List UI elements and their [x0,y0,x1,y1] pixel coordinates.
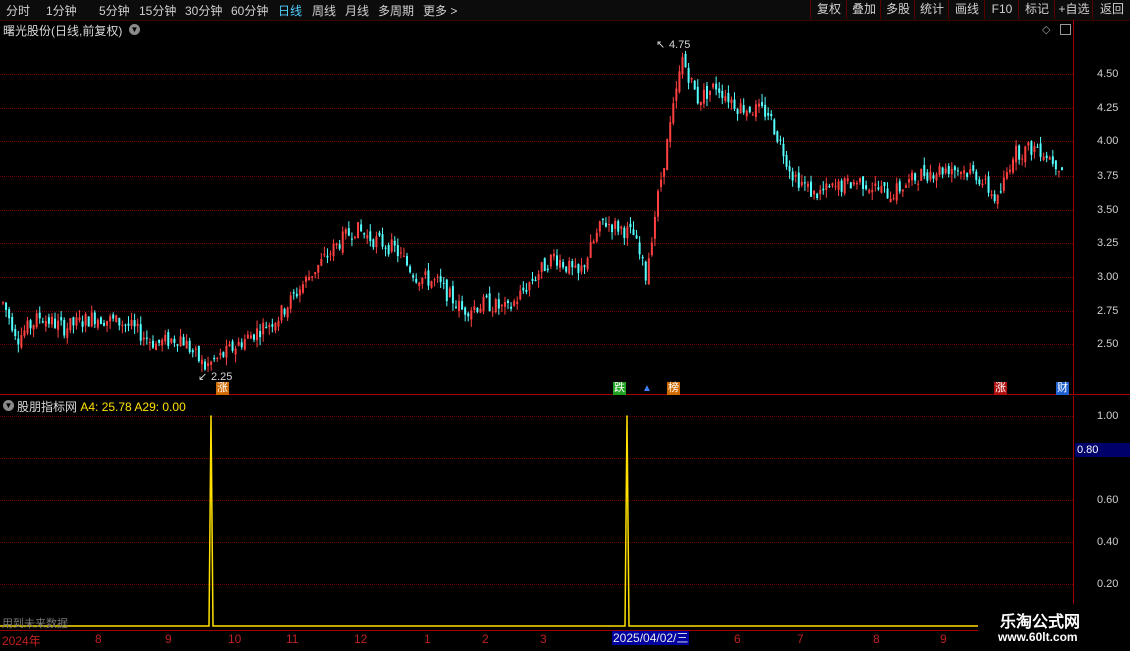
date-tick: 2 [482,632,489,646]
price-tick: 2.75 [1097,305,1119,317]
date-tick: 6 [734,632,741,646]
indicator-series-line [0,415,978,627]
date-tick: 7 [797,632,804,646]
date-tick: 12 [354,632,368,646]
price-y-axis [1073,20,1074,394]
price-tick: 3.25 [1097,237,1119,249]
date-tick: 8 [873,632,880,646]
indicator-tick: 0.20 [1097,578,1119,590]
current-value-badge: 0.80 [1075,443,1130,457]
future-data-note: 用到未来数据 [2,618,68,630]
indicator-tick: 1.00 [1097,410,1119,422]
indicator-point [210,415,212,417]
indicator-tick: 0.60 [1097,494,1119,506]
cursor-date-label: 2025/04/02/三 [612,631,690,645]
date-tick: 10 [228,632,242,646]
indicator-tick: 0.40 [1097,536,1119,548]
date-tick: 9 [940,632,947,646]
watermark-title: 乐淘公式网 [1000,612,1081,631]
price-tick: 2.50 [1097,338,1119,350]
price-tick: 4.25 [1097,102,1119,114]
indicator-point [626,415,628,417]
price-tick: 3.75 [1097,170,1119,182]
back-button[interactable]: 返回 [1092,0,1130,19]
date-tick: 3 [540,632,547,646]
indicator-y-axis [1073,396,1074,630]
price-tick: 3.50 [1097,204,1119,216]
date-axis: 2024年 8 9 10 11 12 1 2 3 6 7 8 9 [0,630,978,651]
date-tick: 2024年 [2,634,41,648]
price-tick: 4.50 [1097,68,1119,80]
price-tick: 3.00 [1097,271,1119,283]
watermark: 乐淘公式网 www.60lt.com [978,604,1130,650]
date-tick: 9 [165,632,172,646]
date-tick: 8 [95,632,102,646]
indicator-chart[interactable] [0,0,1073,650]
date-tick: 11 [286,632,299,646]
price-tick: 4.00 [1097,135,1119,147]
watermark-url: www.60lt.com [998,630,1078,644]
date-tick: 1 [424,632,431,646]
